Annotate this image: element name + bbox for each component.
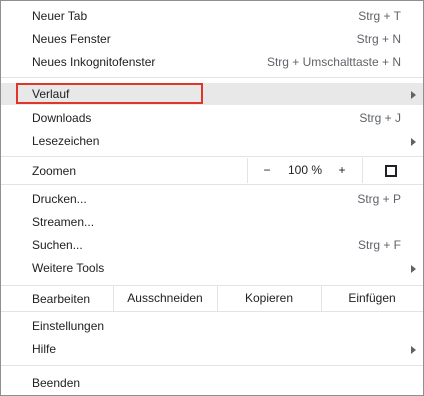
menu-item-shortcut: Strg + J xyxy=(359,111,401,125)
menu-separator xyxy=(1,184,423,185)
menu-item-shortcut: Strg + Umschalttaste + N xyxy=(266,55,401,69)
menu-item-new-tab[interactable]: Neuer Tab Strg + T xyxy=(1,5,423,27)
submenu-arrow-icon xyxy=(411,91,416,99)
menu-item-label: Hilfe xyxy=(32,342,57,356)
zoom-divider xyxy=(362,158,363,183)
zoom-in-button[interactable]: + xyxy=(330,158,354,183)
menu-separator xyxy=(1,311,423,312)
menu-item-cast[interactable]: Streamen... xyxy=(1,211,423,233)
menu-item-find[interactable]: Suchen... Strg + F xyxy=(1,234,423,256)
menu-item-settings[interactable]: Einstellungen xyxy=(1,315,423,337)
menu-item-history[interactable]: Verlauf xyxy=(1,83,423,105)
edit-label: Bearbeiten xyxy=(32,292,91,306)
menu-item-label: Downloads xyxy=(32,111,92,125)
edit-row: Bearbeiten Ausschneiden Kopieren Einfüge… xyxy=(1,286,423,311)
fullscreen-icon-corner xyxy=(391,171,397,177)
menu-item-label: Neuer Tab xyxy=(32,9,88,23)
menu-item-label: Einstellungen xyxy=(32,319,105,333)
menu-item-more-tools[interactable]: Weitere Tools xyxy=(1,257,423,279)
cut-button[interactable]: Ausschneiden xyxy=(113,286,217,311)
menu-item-exit[interactable]: Beenden xyxy=(1,372,423,394)
menu-separator xyxy=(1,77,423,78)
menu-item-shortcut: Strg + P xyxy=(357,192,401,206)
zoom-label: Zoomen xyxy=(32,164,77,178)
menu-item-label: Beenden xyxy=(32,376,81,390)
zoom-out-button[interactable]: − xyxy=(255,158,279,183)
menu-item-label: Suchen... xyxy=(32,238,83,252)
menu-item-downloads[interactable]: Downloads Strg + J xyxy=(1,107,423,129)
menu-item-help[interactable]: Hilfe xyxy=(1,338,423,360)
menu-item-shortcut: Strg + F xyxy=(357,238,401,252)
menu-item-label: Lesezeichen xyxy=(32,134,100,148)
menu-separator xyxy=(1,156,423,157)
menu-item-shortcut: Strg + T xyxy=(358,9,401,23)
zoom-level-value: 100 % xyxy=(287,163,323,177)
menu-item-bookmarks[interactable]: Lesezeichen xyxy=(1,130,423,152)
submenu-arrow-icon xyxy=(411,138,416,146)
menu-item-new-window[interactable]: Neues Fenster Strg + N xyxy=(1,28,423,50)
copy-button[interactable]: Kopieren xyxy=(217,286,321,311)
submenu-arrow-icon xyxy=(411,346,416,354)
zoom-row: Zoomen − 100 % + xyxy=(1,158,423,183)
menu-item-shortcut: Strg + N xyxy=(356,32,401,46)
paste-button[interactable]: Einfügen xyxy=(321,286,423,311)
chrome-main-menu: Neuer Tab Strg + T Neues Fenster Strg + … xyxy=(0,0,424,396)
menu-item-new-incognito[interactable]: Neues Inkognitofenster Strg + Umschaltta… xyxy=(1,51,423,73)
menu-item-label: Neues Inkognitofenster xyxy=(32,55,156,69)
menu-item-label: Neues Fenster xyxy=(32,32,111,46)
menu-separator xyxy=(1,365,423,366)
menu-item-label: Streamen... xyxy=(32,215,95,229)
menu-item-print[interactable]: Drucken... Strg + P xyxy=(1,188,423,210)
menu-item-label: Drucken... xyxy=(32,192,87,206)
fullscreen-icon[interactable] xyxy=(385,165,397,177)
zoom-divider xyxy=(247,158,248,183)
submenu-arrow-icon xyxy=(411,265,416,273)
menu-item-label: Weitere Tools xyxy=(32,261,105,275)
menu-item-label: Verlauf xyxy=(32,87,70,101)
